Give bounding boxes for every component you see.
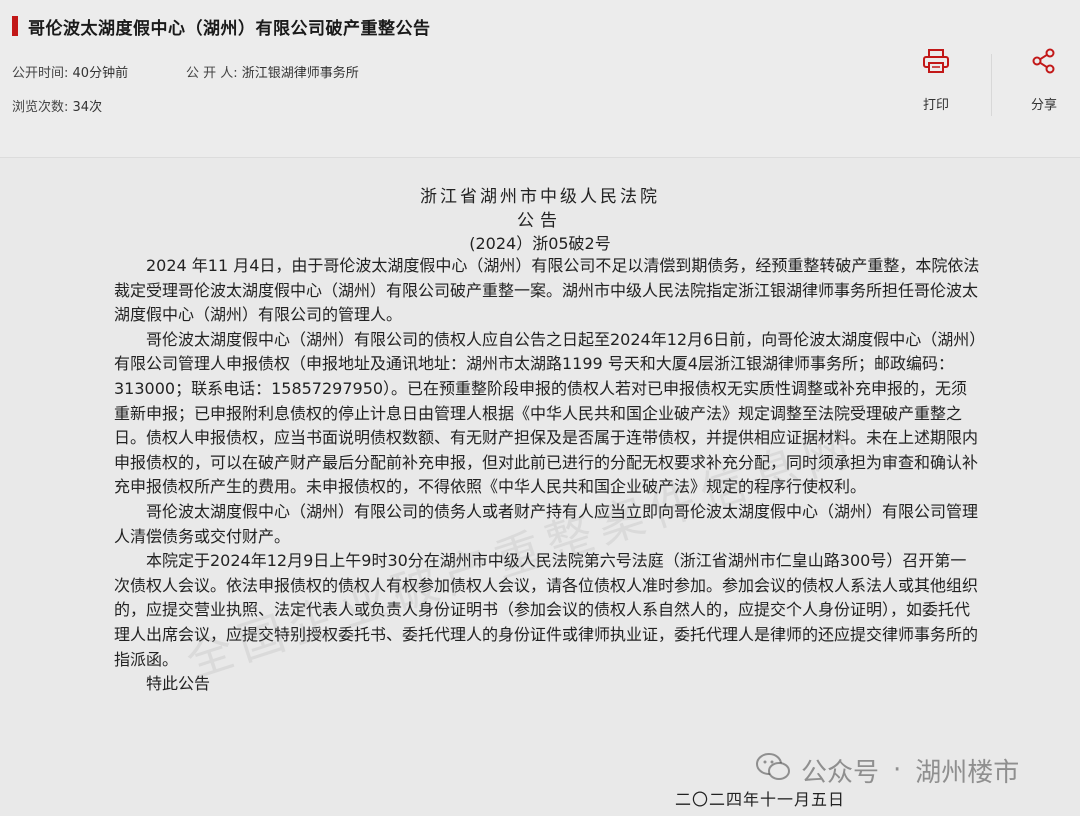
publisher-value: 浙江银湖律师事务所 <box>241 66 359 81</box>
wechat-icon <box>755 752 801 789</box>
publish-time: 公开时间: 40分钟前 <box>12 62 128 81</box>
view-count: 浏览次数: 34次 <box>12 96 102 115</box>
case-number: (2024）浙05破2号 <box>469 234 611 253</box>
paragraph-debtors: 哥伦波太湖度假中心（湖州）有限公司的债务人或者财产持有人应当立即向哥伦波太湖度假… <box>114 501 979 546</box>
paragraph-closing: 特此公告 <box>146 674 211 694</box>
share-icon <box>1014 48 1074 74</box>
action-divider <box>991 54 992 116</box>
court-name: 浙江省湖州市中级人民法院 <box>420 187 660 207</box>
notice-body: 2024 年11 月4日，由于哥伦波太湖度假中心（湖州）有限公司不足以清偿到期债… <box>114 254 982 697</box>
title-bar: 哥伦波太湖度假中心（湖州）有限公司破产重整公告 <box>12 12 431 40</box>
share-label: 分享 <box>1030 98 1057 113</box>
notice-document: 浙江省湖州市中级人民法院 公告 (2024）浙05破2号 2024 年11 月4… <box>0 158 1080 816</box>
title-accent-bar <box>12 16 18 36</box>
notice-header: 哥伦波太湖度假中心（湖州）有限公司破产重整公告 公开时间: 40分钟前 公 开 … <box>0 0 1080 158</box>
views-label: 浏览次数: <box>12 100 69 115</box>
paragraph-acceptance: 2024 年11 月4日，由于哥伦波太湖度假中心（湖州）有限公司不足以清偿到期债… <box>114 256 980 325</box>
account-watermark: 公众号 · 湖州楼市 <box>755 750 1019 790</box>
views-value: 34次 <box>72 100 103 115</box>
account-separator: · <box>893 755 902 785</box>
print-label: 打印 <box>922 98 949 113</box>
page-title: 哥伦波太湖度假中心（湖州）有限公司破产重整公告 <box>28 18 431 39</box>
account-name: 湖州楼市 <box>915 757 1020 788</box>
paragraph-meeting: 本院定于2024年12月9日上午9时30分在湖州市中级人民法院第六号法庭（浙江省… <box>114 551 979 669</box>
printer-icon <box>906 48 966 74</box>
paragraph-claims: 哥伦波太湖度假中心（湖州）有限公司的债权人应自公告之日起至2024年12月6日前… <box>114 329 979 497</box>
notice-date: 二〇二四年十一月五日 <box>675 790 846 809</box>
print-button[interactable]: 打印 <box>906 48 966 113</box>
notice-heading: 公告 <box>517 211 563 231</box>
publisher-label: 公 开 人: <box>186 66 238 81</box>
publish-time-label: 公开时间: <box>12 66 69 81</box>
share-button[interactable]: 分享 <box>1014 48 1074 113</box>
publish-time-value: 40分钟前 <box>72 66 129 81</box>
publisher: 公 开 人: 浙江银湖律师事务所 <box>186 62 359 81</box>
account-label: 公众号 <box>801 757 880 788</box>
